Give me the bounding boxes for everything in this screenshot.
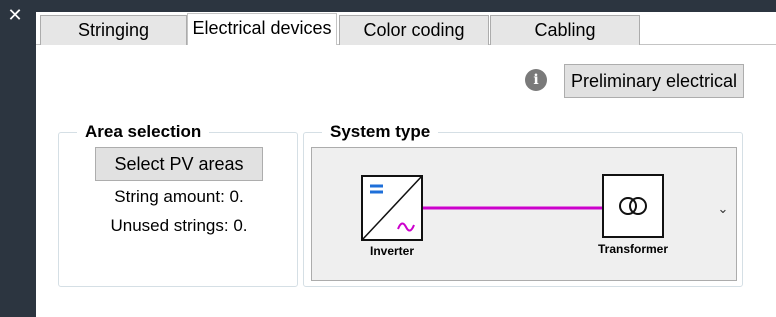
select-pv-areas-button[interactable]: Select PV areas [95,147,263,181]
tab-cabling[interactable]: Cabling [490,15,640,45]
main-panel: Stringing Electrical devices Color codin… [36,12,776,317]
system-type-title: System type [322,123,439,141]
close-icon[interactable]: ✕ [6,7,24,25]
tab-color-coding[interactable]: Color coding [339,15,489,45]
preliminary-electrical-button[interactable]: Preliminary electrical [564,64,744,98]
tab-stringing[interactable]: Stringing [40,15,187,45]
info-icon[interactable]: i [525,69,547,91]
system-type-diagram: Inverter Transformer [361,174,668,258]
transformer-label: Transformer [598,242,668,256]
area-selection-group: Area selection Select PV areas String am… [58,123,298,287]
window-top-strip [0,0,776,12]
transformer-icon [602,174,664,238]
unused-strings-text: Unused strings: 0. [110,216,248,235]
system-type-dropdown[interactable]: Inverter Transformer ⌄ [311,147,737,281]
area-selection-title: Area selection [77,123,210,141]
string-amount-text: String amount: 0. [114,187,244,206]
chevron-down-icon[interactable]: ⌄ [715,202,731,218]
inverter-icon [361,175,423,241]
left-rail: ✕ [0,0,36,317]
tab-electrical-devices[interactable]: Electrical devices [187,13,337,45]
inverter-label: Inverter [370,244,414,258]
system-type-group: System type Inverter Transformer ⌄ [303,123,743,287]
